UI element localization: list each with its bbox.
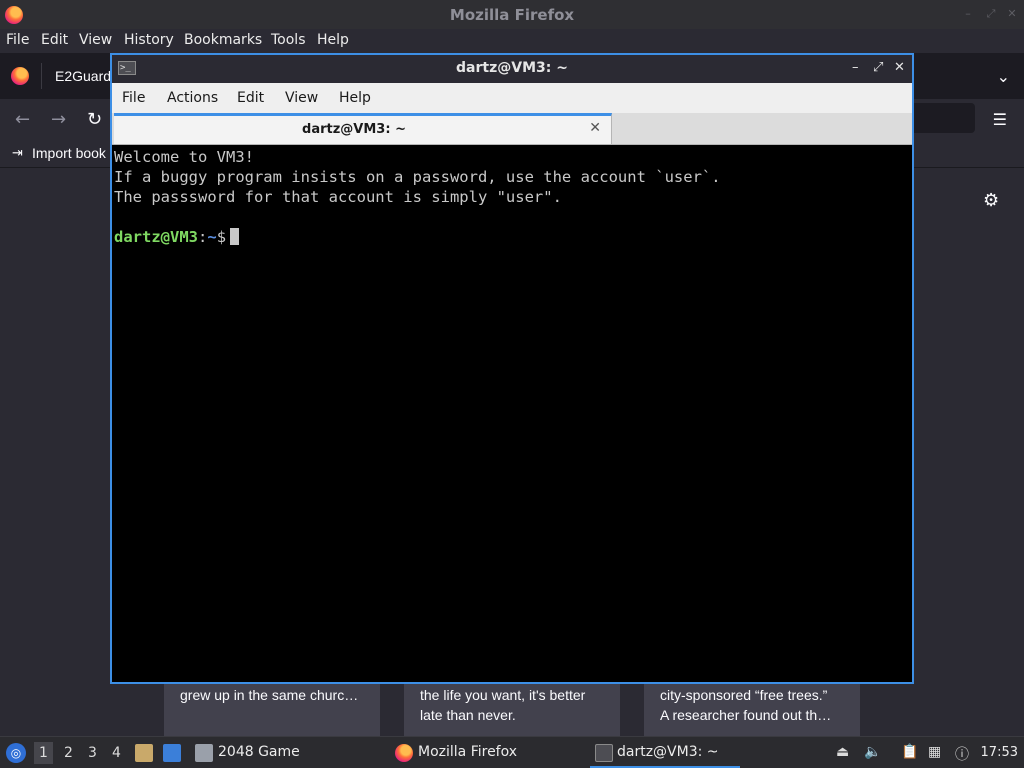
text-cursor [230,228,240,245]
minimize-icon[interactable]: – [852,60,859,75]
tab-e2guardian[interactable]: E2Guard [55,68,111,84]
back-icon[interactable]: ← [15,109,30,130]
story-card-text: grew up in the same churc… [180,687,359,703]
tab-separator [41,63,42,89]
menu-bookmarks[interactable]: Bookmarks [184,32,262,48]
import-bookmarks-link[interactable]: Import book [32,145,106,161]
close-tab-icon[interactable]: ✕ [589,120,601,136]
prompt-path: ~ [207,228,217,246]
eject-icon[interactable]: ⏏ [836,744,849,760]
story-card-text: A researcher found out th… [660,707,832,723]
terminal-tab[interactable]: dartz@VM3: ~ ✕ [114,113,612,144]
story-card[interactable]: grew up in the same churc… [164,683,380,736]
terminal-titlebar[interactable]: >_ dartz@VM3: ~ – ⤢ ✕ [112,55,912,83]
notification-icon[interactable]: ⓘ [955,744,969,764]
workspace-1[interactable]: 1 [34,742,53,764]
prompt-separator: : [198,228,208,246]
terminal-output[interactable]: Welcome to VM3! If a buggy program insist… [114,147,910,682]
menu-edit[interactable]: Edit [237,90,264,106]
terminal-tab-label: dartz@VM3: ~ [302,122,406,137]
start-menu-icon[interactable]: ◎ [6,743,26,763]
workspace-2[interactable]: 2 [64,745,73,761]
minimize-icon[interactable]: – [962,8,974,20]
maximize-icon[interactable]: ⤢ [985,8,997,20]
show-desktop-icon[interactable] [163,744,181,762]
menu-tools[interactable]: Tools [271,32,306,48]
terminal-title: dartz@VM3: ~ [456,60,568,76]
task-terminal[interactable]: dartz@VM3: ~ [590,737,740,768]
menu-actions[interactable]: Actions [167,90,218,106]
terminal-prompt-line: dartz@VM3:~$ [114,227,910,247]
firefox-titlebar[interactable]: Mozilla Firefox – ⤢ ✕ [0,0,1024,29]
network-icon[interactable]: ▦ [928,744,941,760]
reload-icon[interactable]: ↻ [87,109,102,130]
menu-view[interactable]: View [285,90,318,106]
firefox-menubar: File Edit View History Bookmarks Tools H… [0,29,1024,53]
task-2048-game[interactable]: 2048 Game [218,737,300,768]
menu-history[interactable]: History [124,32,174,48]
menu-view[interactable]: View [79,32,112,48]
menu-help[interactable]: Help [317,32,349,48]
clock: 17:53 [980,745,1018,760]
import-icon: ⇥ [12,146,23,161]
workspace-3[interactable]: 3 [88,745,97,761]
menu-file[interactable]: File [6,32,29,48]
terminal-menubar: File Actions Edit View Help [112,83,912,113]
volume-icon[interactable]: 🔈 [864,744,881,760]
terminal-line: Welcome to VM3! [114,148,254,166]
maximize-icon[interactable]: ⤢ [873,60,883,75]
forward-icon[interactable]: → [51,109,66,130]
story-card[interactable]: the life you want, it's better late than… [404,683,620,736]
story-card-text: the life you want, it's better [420,687,586,703]
menu-edit[interactable]: Edit [41,32,68,48]
terminal-window[interactable]: >_ dartz@VM3: ~ – ⤢ ✕ File Actions Edit … [110,53,914,684]
close-icon[interactable]: ✕ [1006,8,1018,20]
url-bar[interactable] [905,103,975,133]
prompt-symbol: $ [216,228,227,246]
taskbar: ◎ 1 2 3 4 2048 Game Mozilla Firefox dart… [0,736,1024,768]
menu-file[interactable]: File [122,90,145,106]
workspace-4[interactable]: 4 [112,745,121,761]
firefox-window-title: Mozilla Firefox [449,6,575,24]
terminal-line: If a buggy program insists on a password… [114,168,721,186]
file-manager-icon[interactable] [135,744,153,762]
terminal-tabbar: dartz@VM3: ~ ✕ [112,113,912,145]
prompt-user: dartz@VM3 [114,228,198,246]
terminal-line: The passsword for that account is simply… [114,188,562,206]
close-icon[interactable]: ✕ [894,60,905,75]
story-card-text: city-sponsored “free trees.” [660,687,828,703]
gear-icon[interactable]: ⚙ [983,190,999,211]
menu-help[interactable]: Help [339,90,371,106]
story-card-text: late than never. [420,707,516,723]
window-icon [195,744,213,762]
task-firefox[interactable]: Mozilla Firefox [418,737,517,768]
clipboard-icon[interactable]: 📋 [901,744,918,760]
firefox-view-icon[interactable] [11,67,29,85]
firefox-icon [395,744,413,762]
app-menu-icon[interactable]: ☰ [993,110,1007,129]
story-card[interactable]: city-sponsored “free trees.” A researche… [644,683,860,736]
list-all-tabs-icon[interactable]: ⌄ [997,67,1010,86]
